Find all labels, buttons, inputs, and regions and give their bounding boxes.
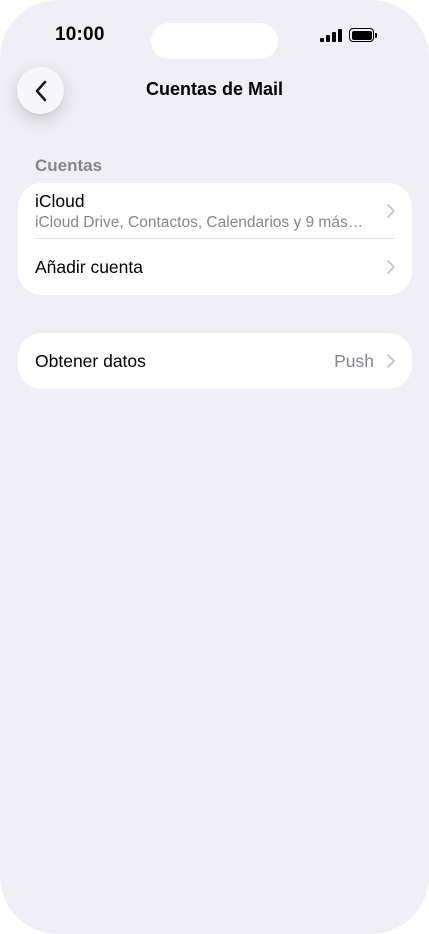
fetch-data-row[interactable]: Obtener datos Push: [18, 333, 412, 389]
fetch-data-label: Obtener datos: [35, 351, 146, 371]
fetch-data-value: Push: [334, 351, 374, 371]
phone-screen: 10:00 Cuentas de Mail Cuentas iCloud iCl…: [0, 0, 429, 934]
account-subtitle: iCloud Drive, Contactos, Calendarios y 9…: [35, 214, 364, 231]
account-row-icloud[interactable]: iCloud iCloud Drive, Contactos, Calendar…: [18, 183, 412, 239]
chevron-right-icon: [387, 354, 395, 368]
chevron-right-icon: [387, 204, 395, 218]
status-time: 10:00: [55, 24, 105, 45]
cellular-signal-icon: [320, 29, 342, 42]
chevron-right-icon: [387, 260, 395, 274]
account-title: iCloud: [35, 191, 85, 211]
section-header-accounts: Cuentas: [35, 156, 103, 175]
accounts-group: iCloud iCloud Drive, Contactos, Calendar…: [18, 183, 412, 295]
page-title: Cuentas de Mail: [145, 79, 284, 99]
add-account-label: Añadir cuenta: [35, 257, 143, 277]
dynamic-island: [151, 23, 278, 59]
add-account-row[interactable]: Añadir cuenta: [18, 239, 412, 295]
fetch-group: Obtener datos Push: [18, 333, 412, 389]
battery-icon: [349, 28, 377, 42]
